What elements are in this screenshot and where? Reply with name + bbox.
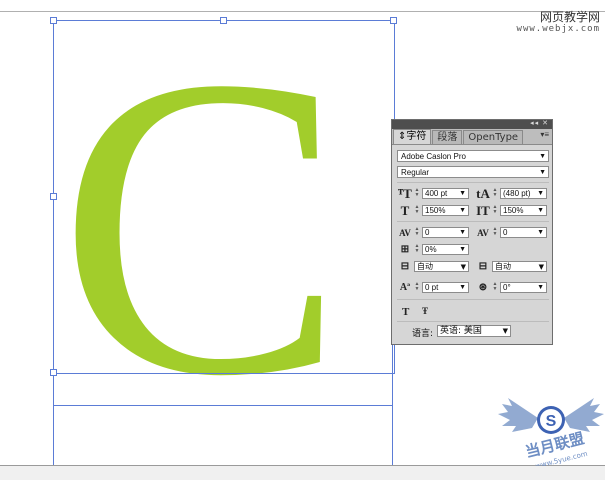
vertical-scale-field[interactable]: 150% ▼	[500, 205, 547, 216]
chevron-down-icon: ▼	[537, 284, 544, 291]
chevron-down-icon: ▼	[459, 229, 466, 236]
chevron-down-icon: ▼	[459, 246, 466, 253]
chevron-down-icon: ▼	[459, 284, 466, 291]
handle-middle-left[interactable]	[50, 193, 57, 200]
aki-left-icon: ⊟	[400, 261, 410, 272]
baseline-shift-field[interactable]: 0 pt ▼	[422, 282, 469, 293]
aki-left-select[interactable]: 自动 ▼	[414, 261, 469, 272]
baseline-shift-icon: Aª	[399, 282, 411, 293]
strikethrough-icon[interactable]: Ŧ	[422, 306, 428, 316]
character-rotation-icon: ⊛	[478, 282, 488, 293]
language-select[interactable]: 英语: 美国 ▼	[437, 325, 511, 337]
wings-logo-icon: S 当月联盟 www.5yue.com	[498, 398, 604, 470]
tab-character[interactable]: ⇕字符	[393, 129, 432, 144]
language-label: 语言:	[412, 329, 434, 339]
bottom-strip	[0, 466, 605, 480]
font-size-icon: ᵀT	[398, 186, 412, 201]
bottom-watermark-logo: S 当月联盟 www.5yue.com	[498, 368, 605, 470]
site-watermark-url: www.webjx.com	[516, 24, 600, 34]
tracking-field[interactable]: 0 ▼	[500, 227, 547, 238]
all-caps-icon[interactable]: T	[402, 306, 409, 318]
kerning-icon: AV	[399, 228, 411, 238]
chevron-down-icon: ▼	[538, 263, 544, 271]
aki-right-icon: ⊟	[478, 261, 488, 272]
leading-field[interactable]: (480 pt) ▼	[500, 188, 547, 199]
divider	[397, 221, 549, 222]
divider	[397, 182, 549, 183]
tsume-stepper[interactable]: ▲ ▼	[414, 244, 420, 254]
panel-menu-icon[interactable]: ▾≡	[540, 130, 549, 139]
horizontal-scale-stepper[interactable]: ▲ ▼	[414, 205, 420, 215]
handle-top-left[interactable]	[50, 17, 57, 24]
kerning-stepper[interactable]: ▲ ▼	[414, 227, 420, 237]
text-frame-bounding-box[interactable]	[53, 20, 395, 374]
tsume-icon: ⊞	[400, 244, 410, 255]
tab-opentype[interactable]: OpenType	[463, 130, 524, 144]
chevron-down-icon: ▼	[537, 190, 544, 197]
frame-guide-right	[392, 345, 393, 466]
character-panel: ◂◂ ✕ ⇕字符 段落 OpenType ▾≡ Adobe Caslon Pro…	[391, 119, 553, 345]
divider	[397, 321, 549, 322]
horizontal-scale-icon: T	[400, 203, 410, 218]
font-size-stepper[interactable]: ▲ ▼	[414, 188, 420, 198]
chevron-down-icon: ▼	[460, 263, 466, 271]
baseline-shift-stepper[interactable]: ▲ ▼	[414, 282, 420, 292]
tab-paragraph[interactable]: 段落	[432, 130, 463, 144]
chevron-down-icon: ▼	[459, 207, 466, 214]
chevron-down-icon: ▼	[539, 169, 546, 176]
frame-guide-left	[53, 372, 54, 466]
tsume-field[interactable]: 0% ▼	[422, 244, 469, 255]
font-family-select[interactable]: Adobe Caslon Pro ▼	[397, 150, 549, 162]
svg-text:S: S	[546, 413, 557, 430]
site-watermark-name: 网页教学网	[539, 10, 600, 24]
chevron-down-icon: ▼	[537, 229, 544, 236]
chevron-down-icon: ▼	[537, 207, 544, 214]
chevron-down-icon: ▼	[539, 153, 546, 160]
chevron-down-icon: ▼	[502, 327, 508, 335]
kerning-field[interactable]: 0 ▼	[422, 227, 469, 238]
horizontal-scale-field[interactable]: 150% ▼	[422, 205, 469, 216]
handle-top-right[interactable]	[390, 17, 397, 24]
tracking-stepper[interactable]: ▲ ▼	[492, 227, 498, 237]
leading-icon: tA	[476, 186, 490, 201]
chevron-down-icon: ▼	[459, 190, 466, 197]
tracking-icon: AV	[477, 228, 489, 238]
aki-right-select[interactable]: 自动 ▼	[492, 261, 547, 272]
panel-tabs: ⇕字符 段落 OpenType ▾≡	[392, 129, 552, 145]
vertical-scale-icon: IT	[476, 203, 490, 218]
divider	[397, 299, 549, 300]
vertical-scale-stepper[interactable]: ▲ ▼	[492, 205, 498, 215]
character-rotation-stepper[interactable]: ▲ ▼	[492, 282, 498, 292]
handle-top-center[interactable]	[220, 17, 227, 24]
leading-stepper[interactable]: ▲ ▼	[492, 188, 498, 198]
handle-bottom-left[interactable]	[50, 369, 57, 376]
font-size-field[interactable]: 400 pt ▼	[422, 188, 469, 199]
character-rotation-field[interactable]: 0° ▼	[500, 282, 547, 293]
panel-title-bar[interactable]: ◂◂ ✕	[392, 120, 552, 129]
font-style-select[interactable]: Regular ▼	[397, 166, 549, 178]
text-baseline	[53, 405, 392, 406]
panel-collapse-close-icon[interactable]: ◂◂ ✕	[530, 119, 549, 127]
